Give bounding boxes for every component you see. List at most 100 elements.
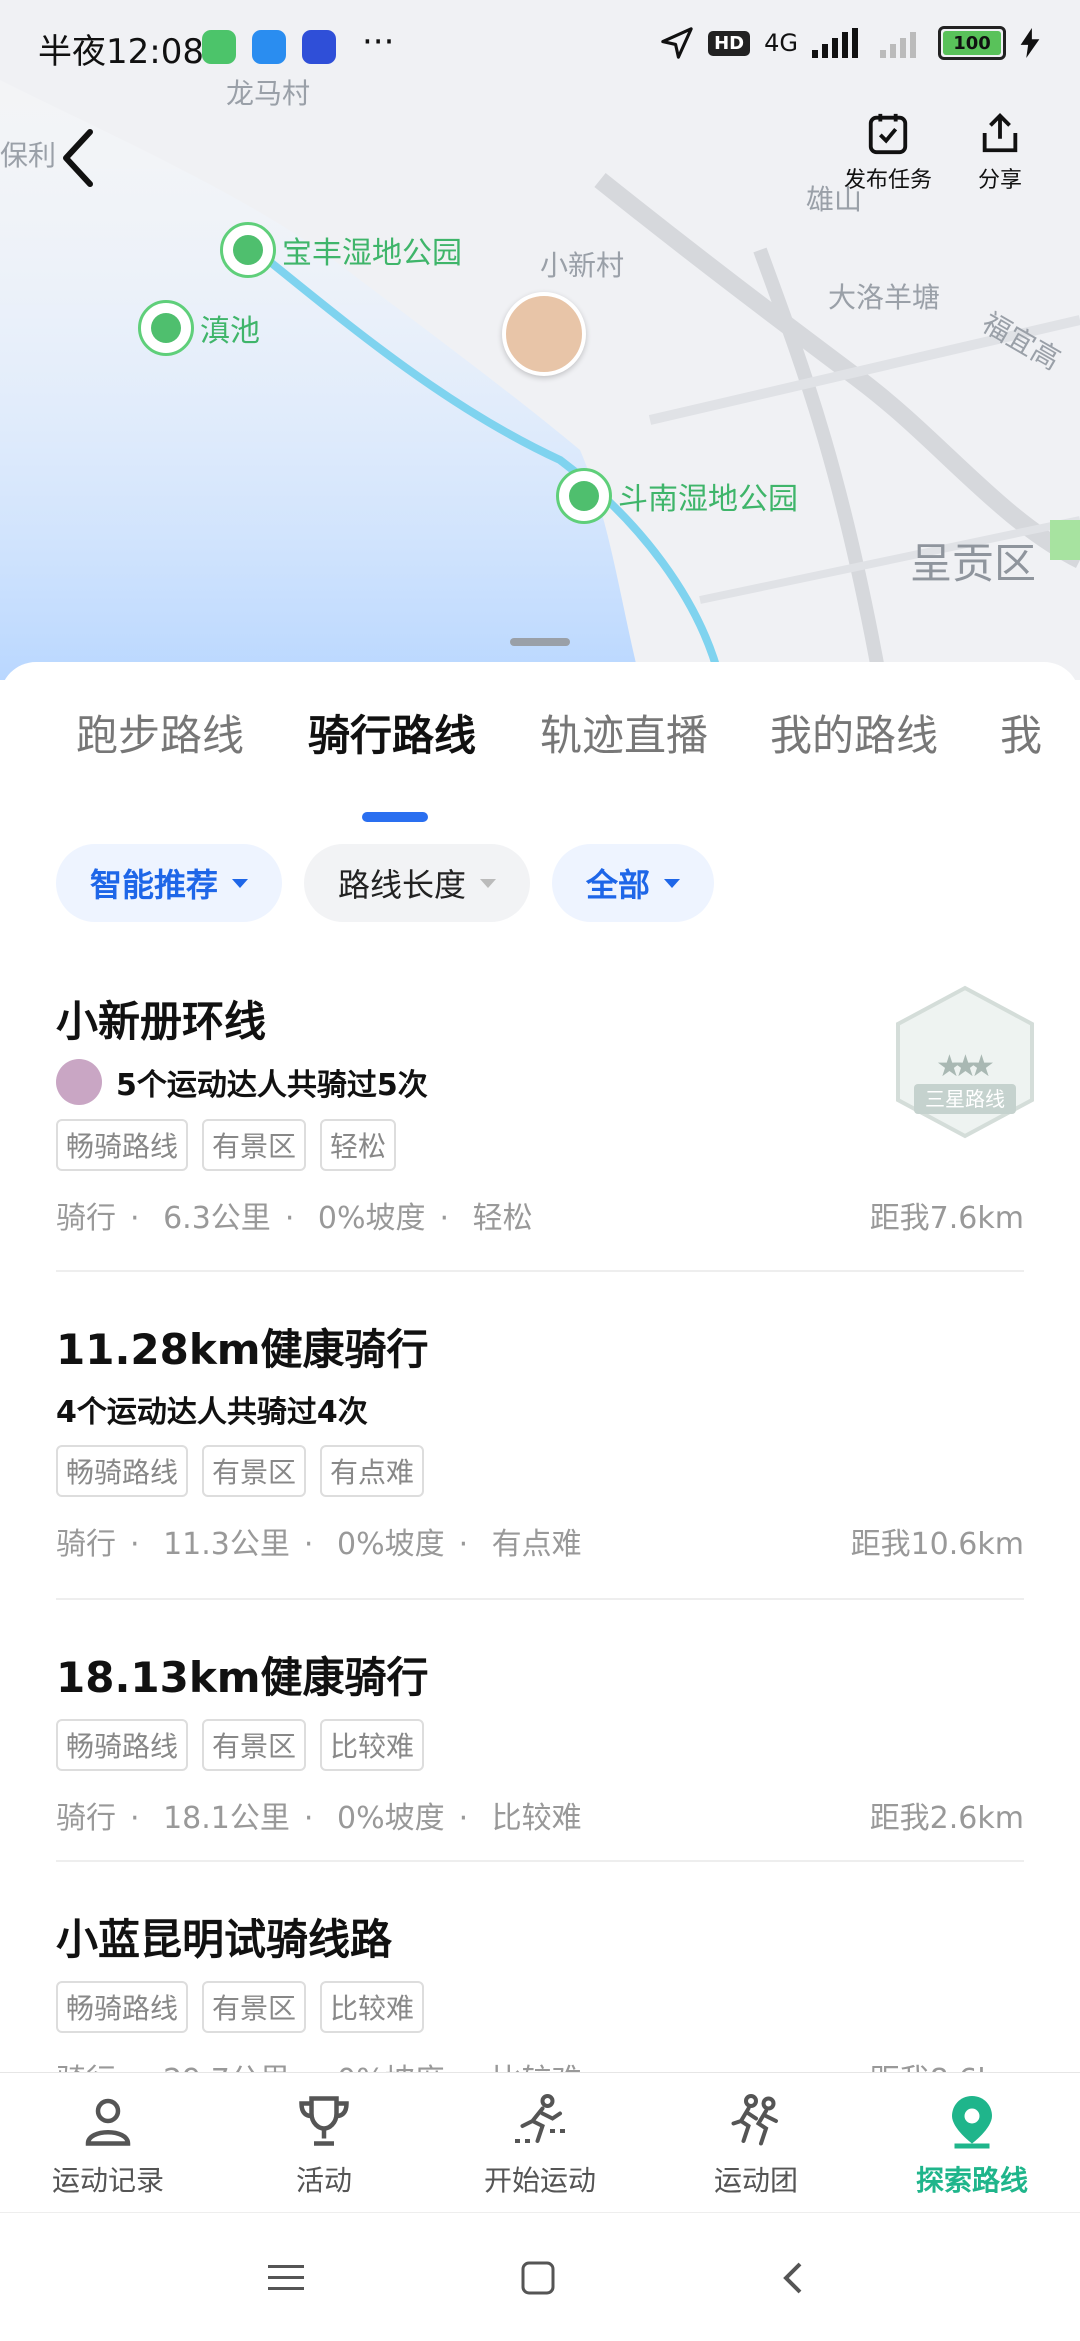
signal-2-icon bbox=[880, 32, 916, 58]
route-tags: 畅骑路线 有景区 比较难 bbox=[56, 1981, 1024, 2033]
recent-apps-button[interactable] bbox=[256, 2253, 316, 2303]
filter-route-length[interactable]: 路线长度 bbox=[304, 844, 531, 922]
caret-down-icon bbox=[664, 878, 681, 888]
caret-down-icon bbox=[232, 878, 249, 888]
route-item[interactable]: 小新册环线 5个运动达人共骑过5次 畅骑路线 有景区 轻松 骑行 · 6.3公里 ·… bbox=[56, 988, 1024, 1237]
nav-label: 开始运动 bbox=[483, 2164, 596, 2197]
status-time: 半夜12:08 bbox=[38, 32, 204, 72]
charging-icon bbox=[1020, 28, 1040, 58]
route-difficulty: 轻松 bbox=[472, 1201, 533, 1236]
tab-cycling-routes[interactable]: 骑行路线 bbox=[308, 702, 476, 763]
route-tabs: 跑步路线 骑行路线 轨迹直播 我的路线 我 bbox=[0, 702, 1080, 822]
game-notification-icon bbox=[302, 30, 336, 64]
route-riders: 5个运动达人共骑过5次 bbox=[56, 1059, 1024, 1105]
route-slope: 0%坡度 bbox=[336, 1801, 445, 1836]
route-length: 29.7公里 bbox=[163, 2063, 290, 2072]
map-view[interactable]: 保利 小新村 大洛羊塘 福宜高 呈贡区 雄山 龙马村 宝丰湿地公园 滇池 斗南湿… bbox=[0, 0, 1080, 680]
battery-icon: 100 bbox=[938, 26, 1006, 60]
tab-running-routes[interactable]: 跑步路线 bbox=[76, 702, 244, 763]
divider bbox=[56, 1270, 1024, 1272]
group-run-icon bbox=[731, 2094, 778, 2146]
park-pin-icon bbox=[220, 222, 276, 278]
route-item[interactable]: 18.13km健康骑行 畅骑路线 有景区 比较难 骑行 · 18.1公里 · 0%坡… bbox=[56, 1644, 1024, 1837]
status-right: HD 4G 100 bbox=[660, 26, 1040, 60]
route-slope: 0%坡度 bbox=[337, 2063, 445, 2072]
back-button[interactable] bbox=[58, 118, 118, 198]
park-marker-baofeng[interactable]: 宝丰湿地公园 bbox=[220, 222, 462, 278]
location-arrow-icon bbox=[661, 27, 693, 59]
nav-activities[interactable]: 活动 bbox=[216, 2073, 432, 2213]
route-meta: 骑行· 29.7公里· 0%坡度· 比较难 距我8.6km bbox=[56, 2055, 1024, 2072]
map-label: 呈贡区 bbox=[910, 539, 1037, 588]
route-tag: 有点难 bbox=[320, 1445, 425, 1497]
nav-label: 运动团 bbox=[713, 2164, 798, 2197]
route-type: 骑行 bbox=[56, 1527, 116, 1562]
sheet-drag-handle[interactable] bbox=[510, 638, 570, 646]
menu-icon bbox=[268, 2265, 304, 2290]
park-marker-dianchi[interactable]: 滇池 bbox=[138, 300, 260, 356]
location-pin-icon bbox=[952, 2096, 992, 2149]
route-distance: 距我10.6km bbox=[850, 1527, 1024, 1562]
filter-all[interactable]: 全部 bbox=[552, 844, 715, 922]
share-label: 分享 bbox=[977, 168, 1022, 193]
signal-icon bbox=[812, 28, 858, 58]
caret-down-icon bbox=[480, 878, 497, 888]
route-sheet: 跑步路线 骑行路线 轨迹直播 我的路线 我 智能推荐 路线长度 全部 小新册环线… bbox=[0, 662, 1080, 2072]
tab-my-routes[interactable]: 我的路线 bbox=[770, 702, 938, 763]
home-button[interactable] bbox=[508, 2253, 568, 2303]
route-distance: 距我2.6km bbox=[869, 1801, 1024, 1836]
runner-outline-icon bbox=[515, 2094, 565, 2143]
map-label: 大洛羊塘 bbox=[828, 281, 941, 314]
chat-notification-icon bbox=[252, 30, 286, 64]
tab-more[interactable]: 我 bbox=[1000, 702, 1042, 763]
route-difficulty: 比较难 bbox=[491, 1801, 582, 1836]
map-label: 保利 bbox=[0, 139, 57, 172]
filter-label: 全部 bbox=[586, 866, 651, 904]
route-tag: 畅骑路线 bbox=[56, 1981, 189, 2033]
user-location-avatar[interactable] bbox=[502, 292, 586, 376]
publish-task-button[interactable]: 发布任务 bbox=[838, 110, 938, 194]
route-title: 小蓝昆明试骑线路 bbox=[56, 1915, 393, 1964]
tab-track-live[interactable]: 轨迹直播 bbox=[540, 702, 708, 763]
route-title: 18.13km健康骑行 bbox=[56, 1653, 429, 1702]
route-title: 小新册环线 bbox=[56, 997, 267, 1046]
chevron-left-icon bbox=[783, 2262, 802, 2294]
nav-sport-records[interactable]: 运动记录 bbox=[0, 2073, 216, 2213]
park-pin-icon bbox=[556, 468, 612, 524]
route-type: 骑行 bbox=[56, 1201, 116, 1236]
nav-start-sport[interactable]: 开始运动 bbox=[432, 2073, 648, 2213]
route-meta: 骑行 · 6.3公里 · 0%坡度 · 轻松 距我7.6km bbox=[56, 1193, 1024, 1237]
route-item[interactable]: 11.28km健康骑行 4个运动达人共骑过4次 畅骑路线 有景区 有点难 骑行 ·… bbox=[56, 1316, 1024, 1563]
route-riders-text: 5个运动达人共骑过5次 bbox=[116, 1068, 428, 1103]
route-tag: 畅骑路线 bbox=[56, 1719, 189, 1771]
nav-label: 探索路线 bbox=[915, 2164, 1028, 2197]
route-meta: 骑行 · 11.3公里 · 0%坡度 · 有点难 距我10.6km bbox=[56, 1519, 1024, 1563]
park-label: 滇池 bbox=[200, 314, 260, 349]
park-marker-dounan[interactable]: 斗南湿地公园 bbox=[556, 468, 798, 524]
route-distance: 距我7.6km bbox=[869, 1201, 1024, 1236]
route-slope: 0%坡度 bbox=[317, 1201, 426, 1236]
nav-label: 活动 bbox=[295, 2164, 352, 2197]
person-icon bbox=[85, 2098, 131, 2146]
route-slope: 0%坡度 bbox=[336, 1527, 445, 1562]
route-tag: 畅骑路线 bbox=[56, 1445, 189, 1497]
route-tag: 有景区 bbox=[202, 1981, 307, 2033]
clipboard-check-icon bbox=[868, 113, 908, 155]
nav-sport-groups[interactable]: 运动团 bbox=[648, 2073, 864, 2213]
filter-smart-recommend[interactable]: 智能推荐 bbox=[56, 844, 283, 922]
route-difficulty: 有点难 bbox=[491, 1527, 582, 1562]
svg-text:★: ★ bbox=[968, 1049, 995, 1084]
app-notification-icon bbox=[202, 30, 236, 64]
nav-label: 运动记录 bbox=[51, 2164, 164, 2197]
route-difficulty: 比较难 bbox=[492, 2063, 582, 2072]
chevron-left-icon bbox=[63, 129, 93, 187]
route-item[interactable]: 小蓝昆明试骑线路 畅骑路线 有景区 比较难 骑行· 29.7公里· 0%坡度· … bbox=[56, 1906, 1024, 2072]
share-button[interactable]: 分享 bbox=[950, 110, 1050, 194]
route-tag: 有景区 bbox=[202, 1445, 307, 1497]
avatar bbox=[56, 1059, 102, 1105]
nav-explore-routes[interactable]: 探索路线 bbox=[864, 2073, 1080, 2213]
system-back-button[interactable] bbox=[762, 2253, 822, 2303]
route-length: 11.3公里 bbox=[163, 1527, 290, 1562]
active-tab-indicator bbox=[362, 812, 428, 822]
filter-label: 智能推荐 bbox=[90, 866, 219, 904]
